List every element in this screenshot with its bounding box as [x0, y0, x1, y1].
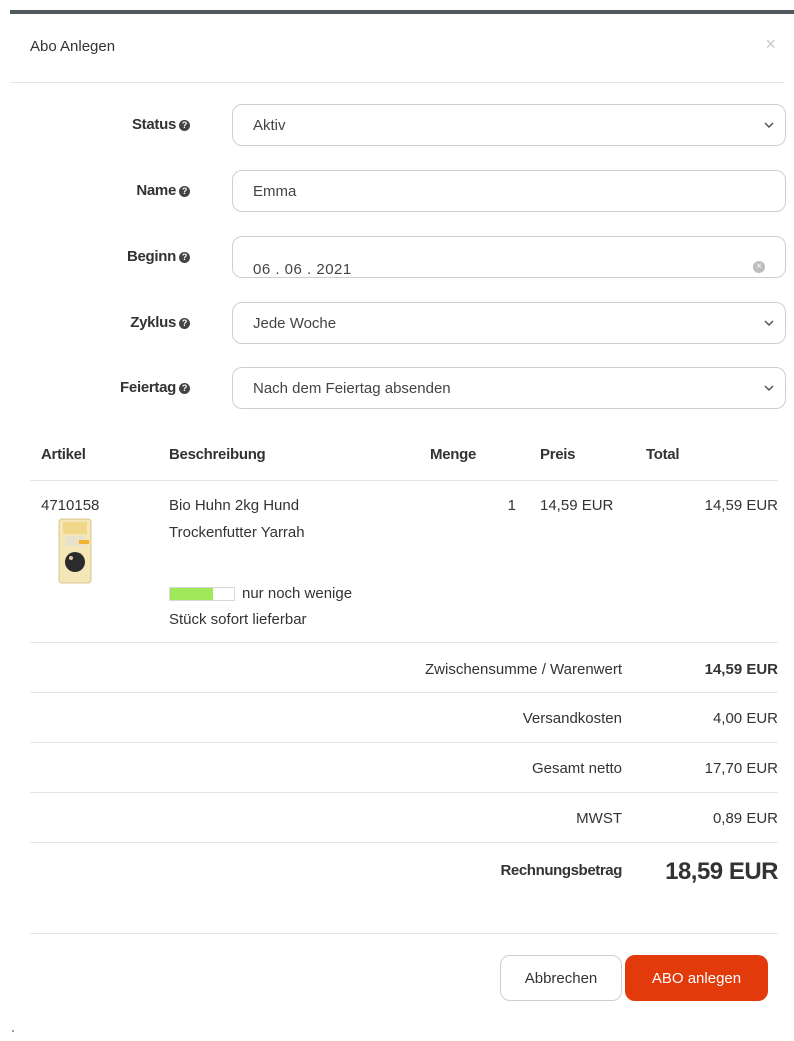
- invoice-value: 18,59 EUR: [665, 858, 778, 885]
- help-icon[interactable]: ?: [179, 383, 190, 394]
- row-divider: [30, 792, 778, 793]
- name-value: Emma: [253, 182, 297, 200]
- row-divider: [30, 692, 778, 693]
- item-quantity: 1: [507, 497, 516, 514]
- zyklus-select[interactable]: Jede Woche: [232, 302, 786, 344]
- row-divider: [30, 642, 778, 643]
- modal-top-border: [10, 10, 794, 14]
- row-divider: [30, 742, 778, 743]
- help-icon[interactable]: ?: [179, 252, 190, 263]
- column-header-total: Total: [646, 446, 680, 463]
- name-label: Name?: [136, 182, 190, 199]
- feiertag-select[interactable]: Nach dem Feiertag absenden: [232, 367, 786, 409]
- subtotal-value: 14,59 EUR: [704, 661, 778, 678]
- feiertag-label: Feiertag?: [120, 379, 190, 396]
- zyklus-label: Zyklus?: [130, 314, 190, 331]
- subtotal-label: Zwischensumme / Warenwert: [425, 661, 622, 678]
- item-total: 14,59 EUR: [704, 497, 778, 514]
- feiertag-row: Feiertag? Nach dem Feiertag absenden: [0, 367, 794, 411]
- stock-status-line1: nur noch wenige: [242, 585, 353, 602]
- close-icon[interactable]: ×: [765, 35, 776, 53]
- net-label: Gesamt netto: [531, 760, 622, 777]
- corner-dot: [12, 1030, 14, 1032]
- chevron-down-icon: [764, 320, 774, 327]
- modal-title: Abo Anlegen: [30, 38, 116, 55]
- beginn-row: Beginn? 06 . 06 . 2021 ×: [0, 236, 794, 280]
- header-divider: [10, 82, 784, 83]
- net-value: 17,70 EUR: [704, 760, 778, 777]
- help-icon[interactable]: ?: [179, 318, 190, 329]
- create-subscription-button[interactable]: ABO anlegen: [625, 955, 768, 1001]
- beginn-value: 06 . 06 . 2021: [253, 261, 352, 278]
- feiertag-value: Nach dem Feiertag absenden: [253, 379, 451, 397]
- status-select[interactable]: Aktiv: [232, 104, 786, 146]
- column-header-preis: Preis: [540, 446, 576, 463]
- invoice-label: Rechnungsbetrag: [500, 862, 622, 879]
- row-divider: [30, 842, 778, 843]
- status-label: Status?: [132, 116, 190, 133]
- stock-level-bar: [169, 587, 235, 601]
- name-input[interactable]: Emma: [232, 170, 786, 212]
- item-description-line2[interactable]: Trockenfutter Yarrah: [169, 524, 305, 541]
- stock-level-fill: [170, 588, 213, 600]
- status-row: Status? Aktiv: [0, 104, 794, 148]
- clear-icon[interactable]: ×: [753, 261, 765, 273]
- shipping-value: 4,00 EUR: [712, 710, 778, 727]
- beginn-label: Beginn?: [127, 248, 190, 265]
- chevron-down-icon: [764, 385, 774, 392]
- status-value: Aktiv: [253, 116, 286, 134]
- chevron-down-icon: [764, 122, 774, 129]
- footer-divider: [30, 933, 778, 934]
- vat-value: 0,89 EUR: [712, 810, 778, 827]
- stock-status-line2: Stück sofort lieferbar: [169, 611, 307, 628]
- vat-label: MWST: [576, 810, 622, 827]
- column-header-artikel: Artikel: [41, 446, 86, 463]
- table-header-divider: [30, 480, 778, 481]
- product-image[interactable]: [57, 518, 93, 584]
- item-description-line1[interactable]: Bio Huhn 2kg Hund: [169, 497, 299, 514]
- item-price: 14,59 EUR: [540, 497, 614, 514]
- help-icon[interactable]: ?: [179, 186, 190, 197]
- beginn-date-input[interactable]: 06 . 06 . 2021 ×: [232, 236, 786, 278]
- shipping-label: Versandkosten: [522, 710, 622, 727]
- help-icon[interactable]: ?: [179, 120, 190, 131]
- column-header-beschreibung: Beschreibung: [169, 446, 266, 463]
- zyklus-row: Zyklus? Jede Woche: [0, 302, 794, 346]
- zyklus-value: Jede Woche: [253, 314, 337, 332]
- cancel-button[interactable]: Abbrechen: [500, 955, 622, 1001]
- column-header-menge: Menge: [430, 446, 477, 463]
- article-number: 4710158: [41, 497, 100, 514]
- name-row: Name? Emma: [0, 170, 794, 214]
